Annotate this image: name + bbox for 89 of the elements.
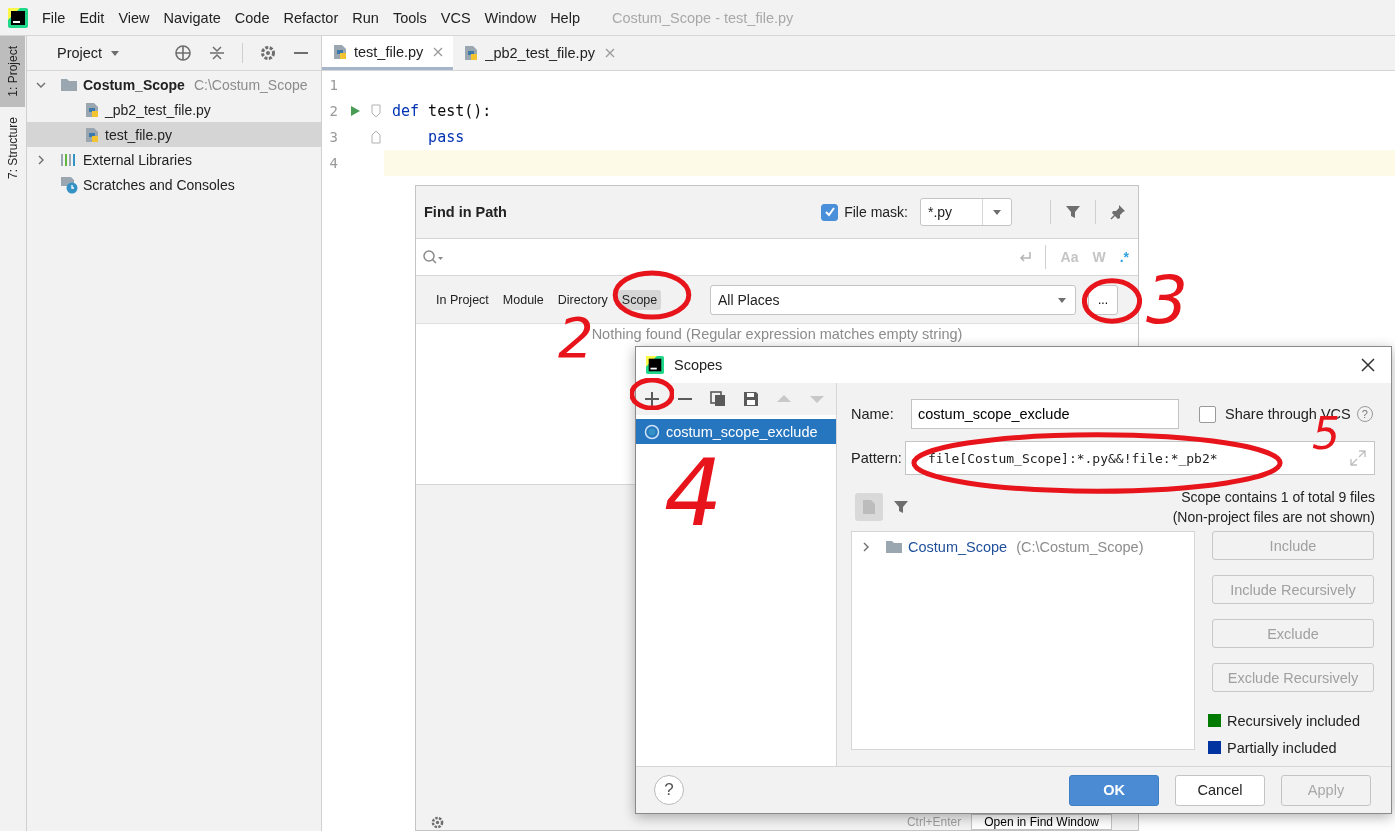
line-number: 3 xyxy=(328,129,338,145)
python-file-icon xyxy=(84,126,100,143)
menu-item[interactable]: Tools xyxy=(392,9,427,26)
run-icon[interactable] xyxy=(349,105,361,117)
editor-tab[interactable]: test_file.py xyxy=(322,36,454,70)
settings-icon[interactable] xyxy=(430,814,445,830)
file-icon xyxy=(862,499,876,515)
search-icon[interactable] xyxy=(422,249,444,265)
legend-label: Partially included xyxy=(1227,739,1337,756)
tree-item[interactable]: test_file.py xyxy=(27,122,321,147)
folder-icon xyxy=(60,76,78,93)
menu-item[interactable]: Code xyxy=(234,9,270,26)
handwritten-number: 3 xyxy=(1146,268,1188,334)
info-text: Scope contains 1 of total 9 files xyxy=(1180,488,1375,507)
line-number: 4 xyxy=(328,155,338,171)
menu-item[interactable]: Refactor xyxy=(283,9,339,26)
checkbox[interactable] xyxy=(821,203,839,221)
line-number: 1 xyxy=(328,77,338,93)
dropdown-arrow-icon[interactable] xyxy=(110,48,121,58)
pin-icon[interactable] xyxy=(1110,204,1126,220)
panel-title-dropdown[interactable]: Project xyxy=(57,45,103,61)
python-file-icon xyxy=(463,45,480,61)
dialog-button[interactable]: Cancel xyxy=(1175,774,1265,806)
field-label: Pattern: xyxy=(851,450,903,466)
scope-dropdown[interactable]: All Places xyxy=(710,284,1076,315)
scope-tab[interactable]: Module xyxy=(498,289,548,310)
popup-title: Find in Path xyxy=(424,204,507,220)
menu-item[interactable]: Edit xyxy=(79,9,105,26)
fold-marker-icon[interactable] xyxy=(371,104,381,118)
tool-window-tab[interactable]: 1: Project xyxy=(0,36,25,107)
menu-item[interactable]: File xyxy=(42,9,66,26)
handwritten-number: 4 xyxy=(664,448,723,540)
menu-item[interactable]: Window xyxy=(484,9,537,26)
line-number: 2 xyxy=(328,103,338,119)
crosshair-icon[interactable] xyxy=(174,44,192,62)
tree-item[interactable]: Costum_Scope C:\Costum_Scope xyxy=(27,72,321,97)
scope-tab[interactable]: Directory xyxy=(553,289,612,310)
code-line: def test(): xyxy=(392,102,492,120)
tree-item[interactable]: _pb2_test_file.py xyxy=(27,97,321,122)
editor-tab[interactable]: _pb2_test_file.py xyxy=(453,36,625,70)
browse-button[interactable]: ... xyxy=(1088,284,1118,315)
copy-icon[interactable] xyxy=(710,391,726,407)
tree-item[interactable]: External Libraries xyxy=(27,147,321,172)
name-field[interactable]: costum_scope_exclude xyxy=(911,399,1179,429)
circle-mark xyxy=(1082,278,1142,324)
dropdown-arrow-icon[interactable] xyxy=(992,207,1002,217)
save-icon[interactable] xyxy=(743,391,759,407)
checkbox[interactable] xyxy=(1199,405,1216,423)
app-logo-icon[interactable] xyxy=(8,7,28,28)
filter-icon[interactable] xyxy=(1065,204,1081,220)
menu-item[interactable]: View xyxy=(118,9,150,26)
close-icon[interactable] xyxy=(1361,358,1375,372)
dialog-title: Scopes xyxy=(674,357,723,373)
folder-icon xyxy=(885,539,903,555)
app-logo-icon xyxy=(646,356,664,374)
menu-item[interactable]: Run xyxy=(352,9,379,26)
help-button[interactable]: ? xyxy=(654,775,684,805)
python-file-icon xyxy=(332,43,348,60)
tool-window-tab[interactable]: 7: Structure xyxy=(0,106,25,189)
toggle-button[interactable] xyxy=(855,493,883,521)
scope-icon xyxy=(644,423,660,440)
field-label: File mask: xyxy=(844,204,908,220)
scratches-icon xyxy=(60,175,78,194)
scope-tab[interactable]: Scope xyxy=(617,289,662,310)
shortcut-hint: Ctrl+Enter xyxy=(906,815,962,829)
circle-mark xyxy=(630,378,674,410)
window-title: Costum_Scope - test_file.py xyxy=(611,9,794,26)
python-file-icon xyxy=(84,101,100,118)
collapse-all-icon[interactable] xyxy=(208,44,226,62)
menu-item[interactable]: Help xyxy=(550,9,580,26)
info-text: (Non-project files are not shown) xyxy=(1172,508,1375,527)
field-label: Name: xyxy=(851,406,895,422)
tree-item[interactable]: Costum_Scope (C:\Costum_Scope) xyxy=(852,536,1194,558)
code-line: pass xyxy=(427,128,465,146)
tree-item[interactable]: Scratches and Consoles xyxy=(27,172,321,197)
open-in-window-button[interactable]: Open in Find Window xyxy=(971,814,1112,830)
legend-label: Recursively included xyxy=(1227,712,1360,729)
add-icon[interactable] xyxy=(644,391,660,407)
library-icon xyxy=(60,151,78,168)
fold-marker-icon[interactable] xyxy=(371,130,381,144)
menu-item[interactable]: VCS xyxy=(440,9,471,26)
scope-list-item[interactable]: costum_scope_exclude xyxy=(636,419,836,444)
ok-button[interactable]: OK xyxy=(1069,774,1159,806)
filter-icon[interactable] xyxy=(893,499,909,515)
file-mask-combo[interactable]: *.py xyxy=(920,198,1012,226)
scope-tab[interactable]: In Project xyxy=(432,289,493,310)
checkbox-check-icon xyxy=(823,206,836,218)
settings-icon[interactable] xyxy=(259,44,277,62)
menu-item[interactable]: Navigate xyxy=(163,9,221,26)
